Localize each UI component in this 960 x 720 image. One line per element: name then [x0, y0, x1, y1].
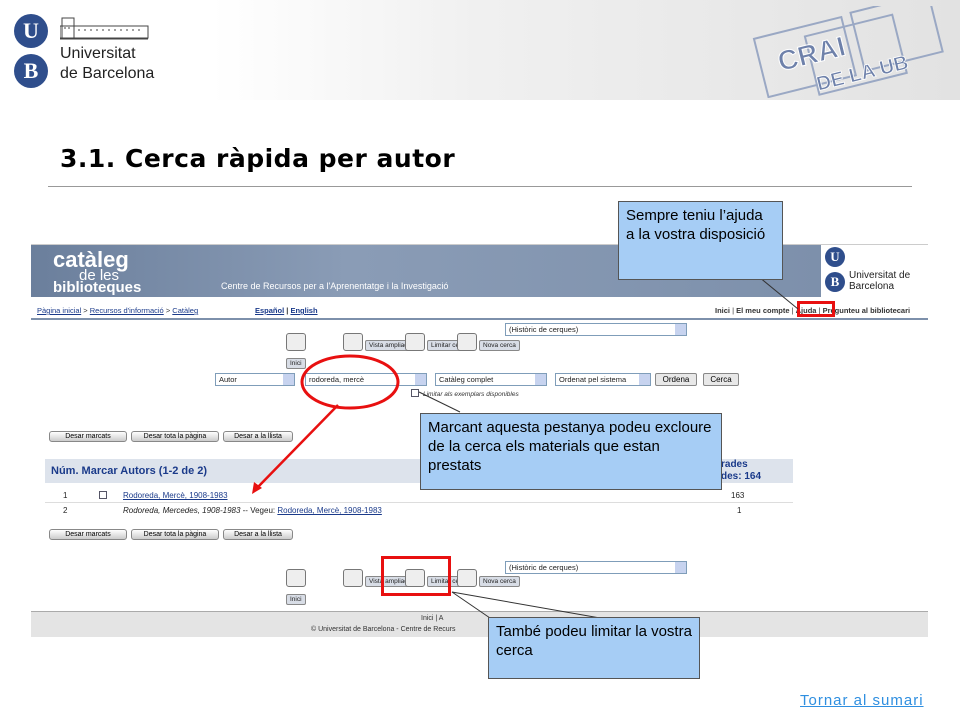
limit-callout-pointer2 [451, 591, 601, 619]
limit-callout: També podeu limitar la vostra cerca [488, 617, 700, 679]
help-callout: Sempre teniu l’ajuda a la vostra disposi… [618, 201, 783, 280]
search-input-highlight [300, 354, 400, 410]
back-to-summary-link[interactable]: Tornar al sumari [800, 692, 924, 709]
checkbox-callout-pointer [418, 391, 461, 413]
checkbox-callout: Marcant aquesta pestanya podeu excloure … [420, 413, 722, 490]
annotation-overlay [252, 262, 799, 619]
arrow-line [255, 404, 339, 490]
limit-callout-pointer [451, 591, 491, 619]
